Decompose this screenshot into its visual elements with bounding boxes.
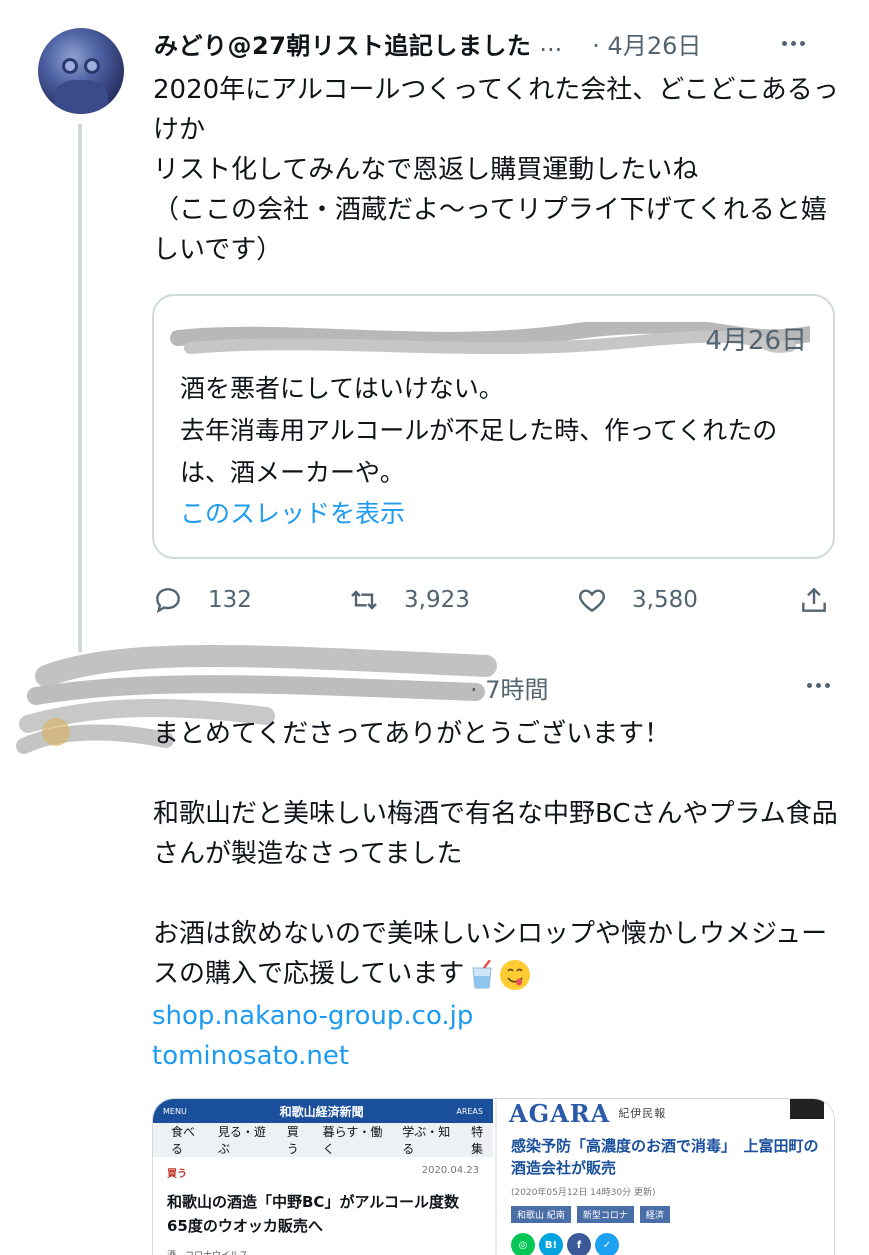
owl-eye-right bbox=[84, 58, 100, 74]
site-title: 和歌山経済新聞 bbox=[279, 1104, 364, 1119]
agara-logo: AGARA 紀伊民報 bbox=[509, 1098, 667, 1128]
agara-timestamp: (2020年05月12日 14時30分 更新) bbox=[511, 1188, 656, 1198]
site-nav: 食べる 見る・遊ぶ 買う 暮らす・働く 学ぶ・知る 特集 bbox=[153, 1123, 493, 1157]
quoted-tweet-date[interactable]: 4月26日 bbox=[705, 320, 807, 357]
like-button[interactable]: 3,580 bbox=[576, 584, 698, 616]
reply-button[interactable]: 132 bbox=[152, 584, 252, 616]
attached-images[interactable]: MENU 和歌山経済新聞 AREAS 食べる 見る・遊ぶ 買う 暮らす・働く 学… bbox=[152, 1098, 835, 1255]
nav-item: 食べる bbox=[171, 1125, 196, 1156]
retweet-count: 3,923 bbox=[404, 587, 470, 613]
link-tominosato[interactable]: tominosato.net bbox=[152, 1036, 473, 1076]
show-thread-link[interactable]: このスレッドを表示 bbox=[180, 494, 405, 530]
owl-body bbox=[54, 80, 108, 114]
agara-tag: 経済 bbox=[639, 1206, 670, 1223]
nav-item: 買う bbox=[286, 1125, 299, 1156]
facebook-icon: f bbox=[567, 1233, 591, 1255]
reply-count: 132 bbox=[208, 587, 252, 613]
agara-headline: 感染予防「高濃度のお酒で消毒」 上富田町の酒造会社が販売 bbox=[511, 1137, 819, 1177]
article-headline: 和歌山の酒造「中野BC」がアルコール度数65度のウオッカ販売へ bbox=[167, 1193, 459, 1235]
more-options-icon[interactable] bbox=[778, 28, 808, 58]
share-icons: ◎ B! f ✓ bbox=[497, 1223, 834, 1255]
article-meta: 買う 2020.04.23 bbox=[153, 1157, 493, 1180]
article-category: 買う bbox=[167, 1169, 187, 1180]
nav-item: 特集 bbox=[471, 1125, 484, 1156]
tweet-actions: 132 3,923 3,580 bbox=[150, 584, 840, 624]
image-agara[interactable]: AGARA 紀伊民報 感染予防「高濃度のお酒で消毒」 上富田町の酒造会社が販売 (… bbox=[495, 1098, 834, 1255]
name-ellipsis: ... bbox=[539, 29, 563, 57]
avatar[interactable] bbox=[38, 28, 124, 114]
hatena-icon: B! bbox=[539, 1233, 563, 1255]
heart-icon bbox=[579, 589, 605, 613]
reply-text: まとめてくださってありがとうございます！ 和歌山だと美味しい梅酒で有名な中野BC… bbox=[153, 714, 843, 994]
tweet-text: 2020年にアルコールつくってくれた会社、どこどこあるっけか リスト化してみんな… bbox=[153, 75, 839, 265]
nav-item: 学ぶ・知る bbox=[402, 1125, 451, 1156]
retweet-icon bbox=[351, 590, 377, 610]
areas-label: AREAS bbox=[456, 1106, 483, 1116]
quoted-tweet[interactable]: 4月26日 酒を悪者にしてはいけない。 去年消毒用アルコールが不足した時、作って… bbox=[152, 294, 835, 559]
corner-block bbox=[790, 1099, 824, 1119]
quoted-tweet-text: 酒を悪者にしてはいけない。 去年消毒用アルコールが不足した時、作ってくれたのは、… bbox=[180, 374, 778, 487]
nav-item: 暮らす・働く bbox=[322, 1125, 383, 1156]
site-topbar: MENU 和歌山経済新聞 AREAS bbox=[153, 1099, 493, 1123]
tweet-header: みどり@27朝リスト追記しました ... · 4月26日 bbox=[154, 26, 844, 60]
article-tags: 酒 コロナウイルス bbox=[153, 1238, 493, 1255]
reply-links: shop.nakano-group.co.jp tominosato.net bbox=[152, 996, 473, 1076]
reply-text-body: まとめてくださってありがとうございます！ 和歌山だと美味しい梅酒で有名な中野BC… bbox=[153, 719, 838, 989]
line-icon: ◎ bbox=[511, 1233, 535, 1255]
article-date: 2020.04.23 bbox=[421, 1165, 479, 1176]
like-count: 3,580 bbox=[632, 587, 698, 613]
reply-time[interactable]: · 7時間 bbox=[470, 670, 549, 705]
thread-line bbox=[78, 124, 82, 652]
reply-header: · 7時間 bbox=[470, 670, 549, 704]
owl-eye-left bbox=[62, 58, 78, 74]
display-name[interactable]: みどり@27朝リスト追記しました bbox=[154, 26, 531, 61]
nav-item: 見る・遊ぶ bbox=[217, 1125, 266, 1156]
agara-tags: 和歌山 紀南 新型コロナ 経済 bbox=[497, 1198, 834, 1223]
image-wakayama-keizai[interactable]: MENU 和歌山経済新聞 AREAS 食べる 見る・遊ぶ 買う 暮らす・働く 学… bbox=[153, 1099, 493, 1255]
agara-tag: 新型コロナ bbox=[576, 1206, 634, 1223]
reply-more-options-icon[interactable] bbox=[803, 670, 833, 700]
share-icon bbox=[802, 587, 826, 612]
link-nakano[interactable]: shop.nakano-group.co.jp bbox=[152, 996, 473, 1036]
menu-label: MENU bbox=[163, 1106, 187, 1116]
share-button[interactable] bbox=[798, 584, 830, 616]
reply-icon bbox=[156, 588, 180, 614]
retweet-button[interactable]: 3,923 bbox=[348, 584, 470, 616]
agara-tag: 和歌山 紀南 bbox=[511, 1206, 571, 1223]
tweet-date[interactable]: · 4月26日 bbox=[592, 26, 701, 61]
yum-face-emoji-icon bbox=[500, 959, 531, 990]
juice-cup-emoji-icon bbox=[472, 959, 492, 988]
twitter-icon: ✓ bbox=[595, 1233, 619, 1255]
